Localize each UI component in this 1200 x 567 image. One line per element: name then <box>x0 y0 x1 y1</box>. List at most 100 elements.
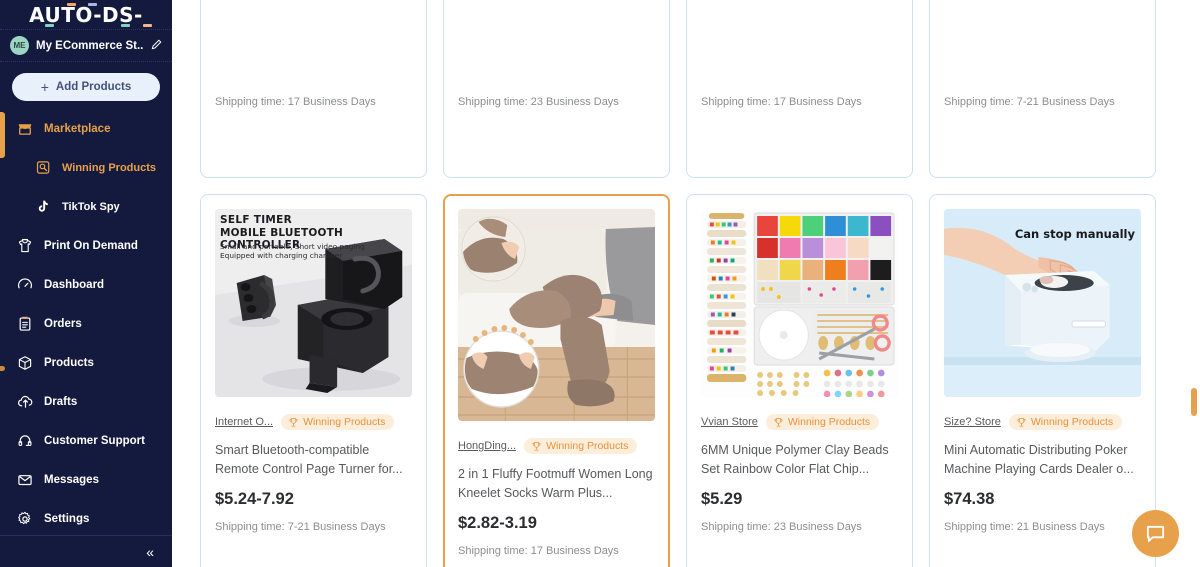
product-price: $5.29 <box>701 490 743 508</box>
shipping-time: Shipping time: 23 Business Days <box>458 96 619 108</box>
sidebar-item-label: Print On Demand <box>44 239 138 252</box>
product-card-selected[interactable]: HongDing... Winning Products 2 in 1 Fluf… <box>443 194 670 567</box>
shipping-time: Shipping time: 23 Business Days <box>701 521 862 533</box>
seller-store-link[interactable]: Size? Store <box>944 416 1001 428</box>
brand-logo-text: AUTO-DS- <box>29 2 143 27</box>
store-icon <box>16 120 34 138</box>
pencil-icon[interactable] <box>151 39 162 53</box>
product-image[interactable] <box>944 0 1141 25</box>
product-card[interactable]: SELF TIMER MOBILE BLUETOOTH CONTROLLER S… <box>200 194 427 567</box>
product-image[interactable] <box>701 0 898 25</box>
brand-logo[interactable]: AUTO-DS- <box>0 0 172 30</box>
product-card-partial[interactable]: Shipping time: 17 Business Days <box>200 0 427 178</box>
tshirt-icon <box>16 237 34 255</box>
add-products-label: Add Products <box>55 81 132 93</box>
headset-icon <box>16 432 34 450</box>
product-image[interactable] <box>215 0 412 25</box>
product-image[interactable] <box>458 0 655 25</box>
status-badge-label: Winning Products <box>787 416 871 428</box>
product-title: Smart Bluetooth-compatible Remote Contro… <box>215 443 403 476</box>
product-title <box>701 35 898 73</box>
product-card-partial[interactable]: Shipping time: 7-21 Business Days <box>929 0 1156 178</box>
shipping-time: Shipping time: 17 Business Days <box>458 545 619 557</box>
sidebar-item-products[interactable]: Products <box>0 343 172 382</box>
sidebar-item-label: Settings <box>44 512 90 525</box>
winning-products-icon <box>34 159 52 177</box>
shipping-time: Shipping time: 7-21 Business Days <box>944 96 1115 108</box>
trophy-icon <box>1017 417 1026 427</box>
product-price: $74.38 <box>944 490 995 508</box>
sidebar-nav: Marketplace Winning Products TikTok Spy … <box>0 109 172 535</box>
gear-icon <box>16 510 34 528</box>
sidebar-item-orders[interactable]: Orders <box>0 304 172 343</box>
shipping-time: Shipping time: 17 Business Days <box>215 96 376 108</box>
card-meta: HongDing... Winning Products <box>458 437 655 455</box>
product-card[interactable]: Can stop manually Size? Store Winning Pr… <box>929 194 1156 567</box>
product-card-partial[interactable]: Shipping time: 17 Business Days <box>686 0 913 178</box>
sidebar-item-tiktok-spy[interactable]: TikTok Spy <box>0 187 172 226</box>
sidebar-item-customer-support[interactable]: Customer Support <box>0 421 172 460</box>
product-price: $2.82-3.19 <box>458 514 537 532</box>
product-image[interactable]: SELF TIMER MOBILE BLUETOOTH CONTROLLER S… <box>215 209 412 397</box>
product-title <box>458 35 655 73</box>
product-image[interactable]: Can stop manually <box>944 209 1141 397</box>
sidebar-item-label: Marketplace <box>44 122 111 135</box>
status-badge-label: Winning Products <box>303 416 386 428</box>
tiktok-icon <box>34 198 52 216</box>
cloud-upload-icon <box>16 393 34 411</box>
main-content: Shipping time: 17 Business Days Shipping… <box>172 0 1200 567</box>
envelope-icon <box>16 471 34 489</box>
sidebar-item-print-on-demand[interactable]: Print On Demand <box>0 226 172 265</box>
add-products-button[interactable]: + Add Products <box>12 73 160 101</box>
card-meta: Internet O... Winning Products <box>215 413 412 431</box>
sidebar-item-marketplace[interactable]: Marketplace <box>0 109 172 148</box>
sidebar-item-label: Products <box>44 356 94 369</box>
chat-bubble-icon <box>1146 525 1165 543</box>
seller-store-link[interactable]: Internet O... <box>215 416 273 428</box>
scrollbar-thumb[interactable] <box>1191 388 1197 416</box>
chat-support-button[interactable] <box>1132 510 1179 557</box>
vertical-scrollbar[interactable] <box>1191 0 1197 567</box>
seller-store-link[interactable]: HongDing... <box>458 440 516 452</box>
sidebar-item-label: Orders <box>44 317 82 330</box>
logo-accent-5 <box>143 23 153 27</box>
sidebar-item-dashboard[interactable]: Dashboard <box>0 265 172 304</box>
sidebar-item-drafts[interactable]: Drafts <box>0 382 172 421</box>
card-meta: Vvian Store Winning Products <box>701 413 898 431</box>
sidebar-item-winning-products[interactable]: Winning Products <box>0 148 172 187</box>
logo-accent-2 <box>67 2 77 6</box>
product-image[interactable] <box>458 209 655 421</box>
store-selector[interactable]: ME My ECommerce St... <box>0 30 172 62</box>
product-card-partial[interactable]: Shipping time: 23 Business Days <box>443 0 670 178</box>
product-title <box>944 35 1141 73</box>
sidebar-item-label: Customer Support <box>44 434 145 447</box>
store-name: My ECommerce St... <box>36 39 144 52</box>
sidebar-item-messages[interactable]: Messages <box>0 460 172 499</box>
status-badge: Winning Products <box>524 438 638 454</box>
app-root: AUTO-DS- ME My ECommerce St... + Add Pro… <box>0 0 1200 567</box>
avatar: ME <box>10 36 29 55</box>
sidebar-item-label: Dashboard <box>44 278 105 291</box>
add-products-wrap: + Add Products <box>0 62 172 109</box>
box-icon <box>16 354 34 372</box>
product-price: $5.24-7.92 <box>215 490 294 508</box>
image-caption-1: Can stop manually <box>1014 227 1135 241</box>
product-image[interactable] <box>701 209 898 397</box>
sidebar-item-label: TikTok Spy <box>62 200 120 213</box>
image-caption-4: Equipped with charging chamber <box>220 251 343 260</box>
sidebar-footer: « <box>0 535 172 567</box>
sidebar-item-label: Drafts <box>44 395 78 408</box>
collapse-sidebar-button[interactable]: « <box>146 545 154 559</box>
product-title: Mini Automatic Distributing Poker Machin… <box>944 443 1134 476</box>
image-caption-1: SELF TIMER <box>220 214 293 226</box>
shipping-time: Shipping time: 17 Business Days <box>701 96 862 108</box>
sidebar: AUTO-DS- ME My ECommerce St... + Add Pro… <box>0 0 172 567</box>
status-badge-label: Winning Products <box>546 440 629 452</box>
product-card[interactable]: Vvian Store Winning Products 6MM Unique … <box>686 194 913 567</box>
sidebar-item-label: Winning Products <box>62 161 157 174</box>
sidebar-item-settings[interactable]: Settings <box>0 499 172 535</box>
seller-store-link[interactable]: Vvian Store <box>701 416 758 428</box>
shipping-time: Shipping time: 21 Business Days <box>944 521 1105 533</box>
logo-accent-3 <box>88 2 98 6</box>
card-meta: Size? Store Winning Products <box>944 413 1141 431</box>
